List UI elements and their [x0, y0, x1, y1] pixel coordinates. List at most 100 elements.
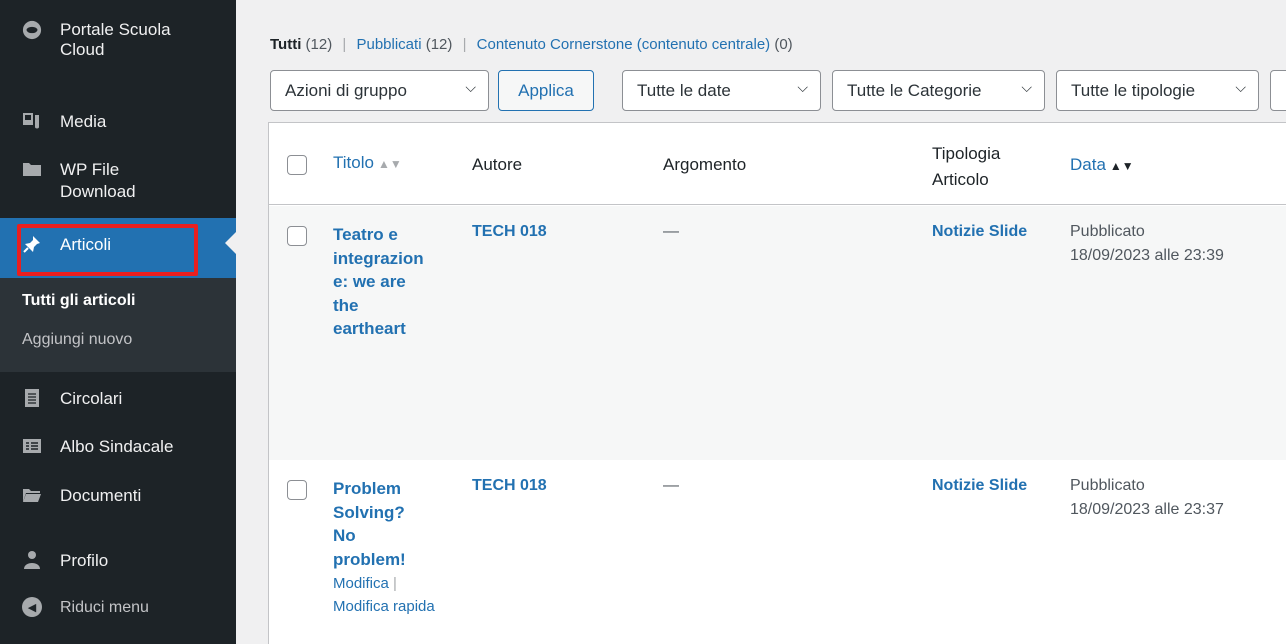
column-type: Tipologia Articolo: [932, 141, 1000, 193]
row-checkbox[interactable]: [287, 226, 307, 246]
active-indicator: [225, 232, 236, 254]
table-row: Problem Solving? No problem! Modifica | …: [269, 460, 1286, 644]
post-author-link[interactable]: TECH 018: [472, 223, 547, 241]
type-filter-select[interactable]: Tutte le tipologie ⌵: [1056, 70, 1259, 111]
column-author: Autore: [472, 155, 523, 174]
chevron-down-icon: ⌵: [1021, 79, 1032, 95]
title-line: No: [333, 526, 356, 545]
articoli-submenu: Tutti gli articoli Aggiungi nuovo: [0, 278, 236, 372]
chevron-down-icon: ⌵: [797, 79, 808, 95]
post-date-value: 18/09/2023 alle 23:39: [1070, 247, 1224, 264]
folder-icon: [22, 159, 42, 179]
column-type-line2: Articolo: [932, 170, 989, 189]
column-type-line1: Tipologia: [932, 144, 1001, 163]
sidebar-item-label: Documenti: [60, 486, 142, 505]
user-icon: [22, 550, 42, 570]
post-type-link[interactable]: Notizie Slide: [932, 477, 1027, 495]
collapse-menu-button[interactable]: ◀ Riduci menu: [0, 597, 236, 619]
sort-icon: ▲▼: [1109, 159, 1134, 173]
title-line: integrazion: [333, 248, 424, 268]
sidebar-item-wp-file-download[interactable]: WP File Download: [0, 159, 236, 203]
list-icon: [22, 436, 42, 456]
sidebar-item-circolari[interactable]: Circolari: [0, 388, 236, 410]
quick-edit-link[interactable]: Modifica rapida: [333, 598, 435, 615]
chevron-down-icon: ⌵: [465, 79, 476, 95]
title-line: Teatro e: [333, 225, 398, 244]
media-icon: [22, 111, 42, 131]
bulk-actions-value: Azioni di gruppo: [285, 80, 407, 100]
row-action-separator: |: [393, 575, 397, 592]
table-row: Teatro e integrazion e: we are the earth…: [269, 206, 1286, 460]
sidebar-item-media[interactable]: Media: [0, 111, 236, 133]
filter-cornerstone-label: Contenuto Cornerstone (contenuto central…: [476, 36, 771, 53]
table-header: Titolo ▲▼ Autore Argomento Tipologia Arti…: [269, 123, 1286, 205]
filter-published-label: Pubblicati: [356, 36, 422, 53]
column-title-label: Titolo: [333, 153, 374, 172]
sidebar-item-label: Media: [60, 112, 107, 131]
title-line: eartheart: [333, 319, 406, 338]
status-filters: Tutti (12) | Pubblicati (12) | Contenuto…: [270, 36, 793, 53]
category-filter-value: Tutte le Categorie: [847, 80, 982, 100]
post-date: Pubblicato 18/09/2023 alle 23:37: [1070, 474, 1224, 522]
sidebar-item-label: WP File Download: [60, 160, 136, 201]
posts-table: Titolo ▲▼ Autore Argomento Tipologia Arti…: [268, 122, 1286, 644]
edit-link[interactable]: Modifica: [333, 575, 389, 592]
filter-all-count: (12): [305, 36, 333, 53]
post-topic: —: [663, 477, 679, 494]
filter-published-count: (12): [425, 36, 453, 53]
sidebar-item-site[interactable]: Portale Scuola Cloud: [0, 20, 236, 60]
title-line: the: [333, 295, 359, 315]
sort-icon: ▲▼: [377, 157, 402, 171]
filter-all[interactable]: Tutti (12): [270, 36, 332, 53]
collapse-arrow-icon: ◀: [22, 597, 42, 617]
folder-open-icon: [22, 485, 42, 505]
filter-all-label: Tutti: [270, 36, 302, 53]
category-filter-select[interactable]: Tutte le Categorie ⌵: [832, 70, 1045, 111]
column-date[interactable]: Data ▲▼: [1070, 155, 1134, 175]
title-line: e: we are: [333, 272, 406, 291]
collapse-menu-label: Riduci menu: [60, 599, 149, 616]
select-all-checkbox[interactable]: [287, 155, 307, 175]
post-title-link[interactable]: Teatro e integrazion e: we are the earth…: [333, 223, 424, 341]
column-topic: Argomento: [663, 155, 747, 174]
date-filter-value: Tutte le date: [637, 80, 731, 100]
sidebar-item-profilo[interactable]: Profilo: [0, 550, 236, 572]
filter-separator: |: [342, 36, 347, 53]
title-line: Problem: [333, 479, 402, 498]
post-status: Pubblicato: [1070, 223, 1145, 240]
admin-sidebar: Portale Scuola Cloud Media WP File Downl…: [0, 0, 236, 644]
sidebar-item-label: Circolari: [60, 389, 123, 408]
annotation-highlight-box: [17, 224, 198, 276]
sidebar-item-label: Profilo: [60, 551, 109, 570]
filter-published[interactable]: Pubblicati (12): [356, 36, 452, 53]
row-checkbox[interactable]: [287, 480, 307, 500]
row-actions: Modifica | Modifica rapida: [333, 572, 435, 618]
type-filter-value: Tutte le tipologie: [1071, 80, 1196, 100]
apply-button[interactable]: Applica: [498, 70, 594, 111]
filter-button-partial[interactable]: [1270, 70, 1286, 111]
post-title-link[interactable]: Problem Solving? No problem!: [333, 477, 406, 571]
sidebar-item-documenti[interactable]: Documenti: [0, 485, 236, 507]
post-author-link[interactable]: TECH 018: [472, 477, 547, 495]
title-line: problem!: [333, 549, 406, 569]
filter-cornerstone[interactable]: Contenuto Cornerstone (contenuto central…: [477, 36, 793, 53]
column-date-label: Data: [1070, 155, 1106, 174]
column-title[interactable]: Titolo ▲▼: [333, 153, 402, 173]
title-line: Solving?: [333, 502, 405, 522]
sidebar-item-label: Albo Sindacale: [60, 437, 174, 456]
sidebar-item-albo-sindacale[interactable]: Albo Sindacale: [0, 436, 236, 458]
post-date: Pubblicato 18/09/2023 alle 23:39: [1070, 220, 1224, 268]
site-name: Portale Scuola Cloud: [60, 20, 171, 59]
submenu-all-posts[interactable]: Tutti gli articoli: [22, 292, 135, 310]
filter-cornerstone-count: (0): [774, 36, 793, 53]
post-topic: —: [663, 223, 679, 240]
post-status: Pubblicato: [1070, 477, 1145, 494]
site-logo-icon: [22, 20, 42, 40]
post-type-link[interactable]: Notizie Slide: [932, 223, 1027, 241]
bulk-actions-select[interactable]: Azioni di gruppo ⌵: [270, 70, 489, 111]
main-content: Tutti (12) | Pubblicati (12) | Contenuto…: [236, 0, 1286, 644]
date-filter-select[interactable]: Tutte le date ⌵: [622, 70, 821, 111]
filter-separator: |: [462, 36, 467, 53]
post-date-value: 18/09/2023 alle 23:37: [1070, 501, 1224, 518]
submenu-add-new[interactable]: Aggiungi nuovo: [22, 331, 132, 349]
